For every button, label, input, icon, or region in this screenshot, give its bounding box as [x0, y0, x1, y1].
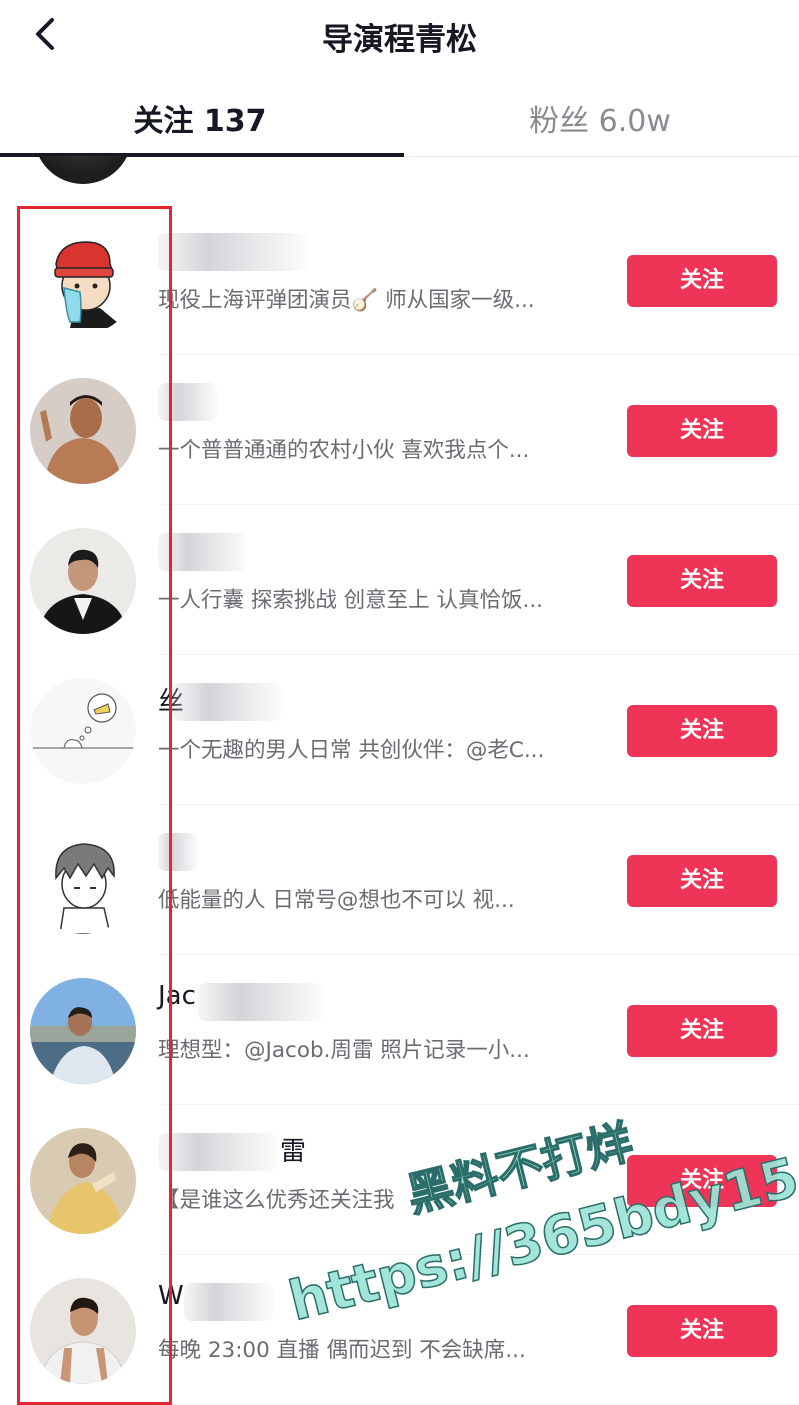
- user-bio: 每晚 23:00 直播 偶而迟到 不会缺席...: [158, 1338, 526, 1363]
- tab-bar: 关注 137 粉丝 6.0w: [0, 80, 799, 158]
- user-bio: 一个无趣的男人日常 共创伙伴：@老C...: [158, 738, 545, 763]
- follow-button[interactable]: 关注: [627, 1155, 777, 1207]
- list-item[interactable]: 一个普普通通的农村小伙 喜欢我点个... 关注: [0, 355, 799, 505]
- user-name: 雷: [158, 1129, 358, 1173]
- follow-button[interactable]: 关注: [627, 1005, 777, 1057]
- page-title: 导演程青松: [322, 22, 477, 58]
- user-name: W: [158, 1279, 358, 1323]
- list-item[interactable]: 现役上海评弹团演员🪕 师从国家一级... 关注: [0, 205, 799, 355]
- top-bar: 导演程青松: [0, 0, 799, 80]
- list-item[interactable]: 雷 【是谁这么优秀还关注我 关注: [0, 1105, 799, 1255]
- redaction-blur: [172, 683, 282, 721]
- redaction-blur: [158, 833, 198, 871]
- redaction-blur: [198, 983, 324, 1021]
- user-bio: 现役上海评弹团演员🪕 师从国家一级...: [158, 288, 535, 313]
- avatar: [34, 156, 132, 184]
- redaction-blur: [158, 233, 308, 271]
- user-bio: 【是谁这么优秀还关注我: [158, 1188, 395, 1213]
- user-bio: 理想型：@Jacob.周雷 照片记录一小...: [158, 1038, 530, 1063]
- avatar[interactable]: [30, 528, 136, 634]
- avatar[interactable]: [30, 378, 136, 484]
- list-item[interactable]: Jac 理想型：@Jacob.周雷 照片记录一小... 关注: [0, 955, 799, 1105]
- user-name: [158, 229, 358, 273]
- avatar[interactable]: [30, 978, 136, 1084]
- avatar[interactable]: [30, 228, 136, 334]
- list-item[interactable]: 一人行囊 探索挑战 创意至上 认真恰饭... 关注: [0, 505, 799, 655]
- redaction-blur: [158, 533, 248, 571]
- redaction-blur: [158, 383, 218, 421]
- user-name-text: 雷: [280, 1137, 307, 1167]
- follow-button[interactable]: 关注: [627, 705, 777, 757]
- avatar[interactable]: [30, 828, 136, 934]
- user-name: 丝: [158, 679, 358, 723]
- user-name: [158, 829, 358, 873]
- avatar[interactable]: [30, 1278, 136, 1384]
- follow-button[interactable]: 关注: [627, 255, 777, 307]
- tab-followers[interactable]: 粉丝 6.0w: [400, 96, 799, 140]
- list-item[interactable]: W 每晚 23:00 直播 偶而迟到 不会缺席... 关注: [0, 1255, 799, 1405]
- redaction-blur: [184, 1283, 274, 1321]
- user-bio: 一个普普通通的农村小伙 喜欢我点个...: [158, 438, 530, 463]
- user-name: [158, 379, 358, 423]
- redaction-blur: [158, 1133, 278, 1171]
- user-bio: 一人行囊 探索挑战 创意至上 认真恰饭...: [158, 588, 544, 613]
- list-item-partial: [0, 156, 799, 196]
- avatar[interactable]: [30, 678, 136, 784]
- list-item[interactable]: 低能量的人 日常号@想也不可以 视... 关注: [0, 805, 799, 955]
- user-name-text: W: [158, 1281, 184, 1311]
- user-name: [158, 529, 358, 573]
- follow-button[interactable]: 关注: [627, 405, 777, 457]
- tab-following[interactable]: 关注 137: [0, 96, 400, 140]
- list-item[interactable]: 丝 一个无趣的男人日常 共创伙伴：@老C... 关注: [0, 655, 799, 805]
- user-name-text: Jac: [158, 981, 196, 1011]
- follow-button[interactable]: 关注: [627, 1305, 777, 1357]
- follow-button[interactable]: 关注: [627, 855, 777, 907]
- user-bio: 低能量的人 日常号@想也不可以 视...: [158, 888, 515, 913]
- user-name: Jac: [158, 979, 358, 1023]
- follow-button[interactable]: 关注: [627, 555, 777, 607]
- avatar[interactable]: [30, 1128, 136, 1234]
